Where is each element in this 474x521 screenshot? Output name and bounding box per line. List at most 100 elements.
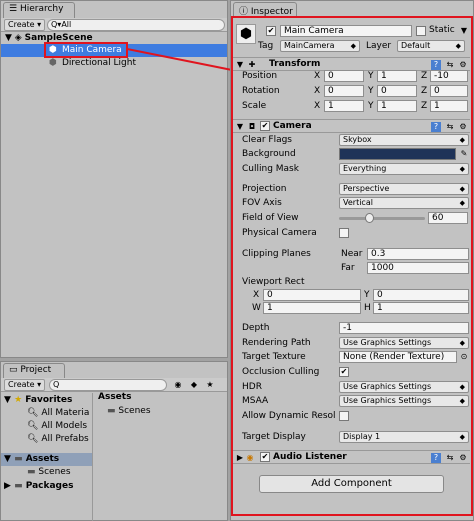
axis-h-label: H [364, 303, 371, 313]
project-search-input[interactable]: Q [49, 379, 167, 391]
filter-type-icon[interactable]: ◉ [173, 380, 183, 390]
scale-z-field[interactable]: 1 [430, 100, 468, 112]
favorites-item[interactable]: 🔍︎ All Prefabs [27, 434, 89, 444]
viewport-w-field[interactable]: 1 [263, 302, 361, 314]
viewport-x-field[interactable]: 0 [263, 289, 361, 301]
scale-x-field[interactable]: 1 [324, 100, 364, 112]
far-field[interactable]: 1000 [367, 262, 469, 274]
culling-mask-dropdown[interactable]: Everything ◆ [339, 163, 469, 175]
favorites-row[interactable]: ▼ ★ Favorites [4, 395, 72, 405]
fold-open-icon[interactable]: ▼ [4, 395, 11, 405]
position-y-field[interactable]: 1 [377, 70, 417, 82]
project-tab[interactable]: ▭ Project [3, 363, 65, 379]
preset-icon[interactable]: ⇆ [445, 60, 455, 70]
layer-dropdown[interactable]: Default ◆ [397, 40, 465, 52]
gear-icon[interactable]: ⚙ [458, 60, 468, 70]
chevron-down-icon[interactable]: ▼ [459, 26, 469, 36]
favorites-item[interactable]: 🔍︎ All Models [27, 421, 87, 431]
hdr-dropdown[interactable]: Use Graphics Settings ◆ [339, 381, 469, 393]
target-texture-label: Target Texture [242, 352, 306, 362]
transform-title: Transform [269, 59, 321, 69]
target-display-label: Target Display [242, 432, 306, 442]
transform-header[interactable]: ▼ ✚ Transform ? ⇆ ⚙ [233, 57, 470, 71]
viewport-y-field[interactable]: 0 [373, 289, 469, 301]
scenes-tree-row[interactable]: ▬ Scenes [27, 467, 71, 477]
project-panel: ▭ Project Create ▾ Q ◉ ◆ ★ ▼ ★ Favorites… [0, 361, 228, 521]
project-folder-item[interactable]: ▬ Scenes [107, 406, 151, 416]
culling-mask-label: Culling Mask [242, 164, 299, 174]
fov-axis-dropdown[interactable]: Vertical ◆ [339, 197, 469, 209]
clear-flags-dropdown[interactable]: Skybox ◆ [339, 134, 469, 146]
add-component-button[interactable]: Add Component [259, 475, 444, 493]
viewport-h-field[interactable]: 1 [373, 302, 469, 314]
object-picker-icon[interactable]: ⊙ [459, 352, 469, 362]
hierarchy-item-directional-light[interactable]: ⬢ Directional Light [1, 57, 227, 70]
fold-open-icon[interactable]: ▼ [235, 60, 245, 70]
rotation-y-field[interactable]: 0 [377, 85, 417, 97]
occlusion-culling-checkbox[interactable]: ✔ [339, 367, 349, 377]
gear-icon[interactable]: ⚙ [458, 122, 468, 132]
static-checkbox[interactable] [416, 26, 426, 36]
assets-tree-row[interactable]: ▼ ▬ Assets [1, 453, 92, 466]
target-texture-field[interactable]: None (Render Texture) [339, 351, 457, 363]
fold-closed-icon[interactable]: ▶ [235, 453, 245, 463]
main-camera-highlight-box [44, 42, 128, 58]
help-icon[interactable]: ? [431, 60, 441, 70]
gameobject-cube-icon: ⬢ [49, 58, 57, 68]
gameobject-cube-icon: ⬢ [236, 24, 256, 44]
camera-header[interactable]: ▼ ◘ ✔ Camera ? ⇆ ⚙ [233, 119, 470, 133]
fold-open-icon[interactable]: ▼ [235, 122, 245, 132]
fov-slider-track[interactable] [339, 213, 425, 223]
tag-dropdown[interactable]: MainCamera ◆ [280, 40, 360, 52]
help-icon[interactable]: ? [431, 122, 441, 132]
dynamic-resolution-checkbox[interactable] [339, 411, 349, 421]
target-display-dropdown[interactable]: Display 1 ◆ [339, 431, 469, 443]
hierarchy-panel: ☰ Hierarchy Create ▾ Q▾All ▼ ◈ SampleSce… [0, 0, 228, 358]
audio-listener-header[interactable]: ▶ ◉ ✔ Audio Listener ? ⇆ ⚙ [233, 450, 470, 464]
rotation-z-field[interactable]: 0 [430, 85, 468, 97]
hierarchy-search-input[interactable]: Q▾All [47, 19, 225, 31]
scale-y-field[interactable]: 1 [377, 100, 417, 112]
star-icon[interactable]: ★ [205, 380, 215, 390]
depth-field[interactable]: -1 [339, 322, 469, 334]
project-breadcrumb[interactable]: Assets [98, 392, 131, 402]
clear-flags-label: Clear Flags [242, 135, 292, 145]
projection-dropdown[interactable]: Perspective ◆ [339, 183, 469, 195]
fold-closed-icon[interactable]: ▶ [4, 481, 11, 491]
msaa-dropdown[interactable]: Use Graphics Settings ◆ [339, 395, 469, 407]
camera-enabled-checkbox[interactable]: ✔ [260, 121, 270, 131]
help-icon[interactable]: ? [431, 453, 441, 463]
position-x-field[interactable]: 0 [324, 70, 364, 82]
physical-camera-checkbox[interactable] [339, 228, 349, 238]
favorites-item[interactable]: 🔍︎ All Materia [27, 408, 89, 418]
project-create-button[interactable]: Create ▾ [4, 379, 46, 391]
axis-x-label: X [253, 290, 260, 300]
active-checkbox[interactable]: ✔ [266, 26, 276, 36]
hierarchy-item-label: Directional Light [62, 58, 136, 68]
rendering-path-dropdown[interactable]: Use Graphics Settings ◆ [339, 337, 469, 349]
audio-listener-title: Audio Listener [273, 452, 347, 462]
fold-open-icon[interactable]: ▼ [4, 454, 11, 464]
background-color-swatch[interactable] [339, 148, 456, 160]
axis-x-label: X [314, 86, 321, 96]
hierarchy-create-button[interactable]: Create ▾ [4, 19, 46, 31]
fov-slider-handle[interactable] [365, 213, 374, 223]
preset-icon[interactable]: ⇆ [445, 122, 455, 132]
object-name-field[interactable]: Main Camera [280, 25, 412, 37]
hierarchy-tab[interactable]: ☰ Hierarchy [3, 2, 75, 18]
axis-z-label: Z [421, 86, 428, 96]
position-z-field[interactable]: -10 [430, 70, 468, 82]
hierarchy-tab-label: Hierarchy [19, 4, 64, 14]
preset-icon[interactable]: ⇆ [445, 453, 455, 463]
fold-open-icon[interactable]: ▼ [5, 33, 12, 43]
rotation-x-field[interactable]: 0 [324, 85, 364, 97]
fov-value-field[interactable]: 60 [428, 212, 468, 224]
gear-icon[interactable]: ⚙ [458, 453, 468, 463]
eyedropper-icon[interactable]: ✎ [459, 149, 469, 159]
fov-label: Field of View [242, 213, 299, 223]
axis-x-label: X [314, 101, 321, 111]
audio-listener-enabled-checkbox[interactable]: ✔ [260, 452, 270, 462]
packages-tree-row[interactable]: ▶ ▬ Packages [4, 481, 73, 491]
filter-label-icon[interactable]: ◆ [189, 380, 199, 390]
near-field[interactable]: 0.3 [367, 248, 469, 260]
